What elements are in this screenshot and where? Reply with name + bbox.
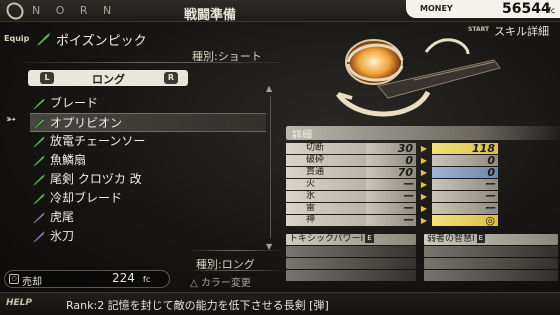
stat-new-value: 0 [432,155,498,166]
weapon-preview-image [335,38,501,117]
compare-arrow-icon: ▶ [420,168,428,177]
money-value: 56544 [502,1,551,17]
money-unit: fc [548,6,556,15]
weapon-list-item[interactable]: 氷刀 [30,227,266,246]
weapon-blade-icon [32,97,46,110]
equip-tag: Equip [4,34,30,43]
skill-slot: 弱者の智慧Ⅰ E [424,234,558,245]
skill-badge: E [476,234,486,243]
divider [190,270,280,271]
skill-name: 弱者の智慧Ⅰ [427,234,475,244]
weapon-list-item-label: 魚鱗扇 [50,153,87,167]
weapon-list-item-label: 尾剣 クロヅカ 改 [50,172,142,186]
screen-title: 戦闘準備 [184,8,237,23]
skill-slot-empty [286,258,416,269]
sell-value: 224 [112,271,135,285]
scroll-up-icon[interactable]: ▲ [266,84,272,93]
skill-slot-empty [286,270,416,281]
stat-current-value: ー [366,191,416,202]
color-change-button[interactable]: △ カラー変更 [190,274,251,289]
sell-unit: fc [143,275,151,284]
tab-current-category[interactable]: ロング [92,71,125,87]
stat-label: 雷 [286,203,366,214]
weapon-blade-icon [32,173,46,186]
skill-slot: トキシックパワーⅠ E [286,234,416,245]
stat-current-value: ー [366,215,416,226]
weapon-list-item-label: 虎尾 [50,210,75,224]
skill-badge: E [365,234,374,243]
stat-new-value: ー [432,191,498,202]
help-label: HELP [6,298,33,308]
stat-label: 神 [286,215,366,226]
weapon-list-item[interactable]: 尾剣 クロヅカ 改 [30,170,266,189]
weapon-blade-icon [32,211,46,224]
skill-slot-content: トキシックパワーⅠ E [286,234,416,245]
weapon-list-item[interactable]: オプリビオン [30,113,266,132]
stat-current-value: 0 [366,155,416,166]
divider [190,250,280,251]
stat-new-value: ー [432,203,498,214]
stat-label: 貫通 [286,167,366,178]
weapon-description: Rank:2 記憶を封じて敵の能力を低下させる長剣 [弾] [66,299,329,312]
stat-current-value: 30 [366,143,416,154]
weapon-blade-icon [32,192,46,205]
weapon-list-item[interactable]: 冷却ブレード [30,189,266,208]
stat-current-value: ー [366,203,416,214]
equipped-weapon-name: ポイズンピック [56,34,147,49]
stat-new-value: 118 [432,143,498,154]
skill-slot-empty [424,270,558,281]
weapon-blade-icon [32,135,46,148]
skill-slot-empty [286,246,416,257]
weapon-blade-icon [32,117,46,130]
brand-label: N O R N [32,4,118,17]
weapon-list-item-label: 冷却ブレード [50,191,123,205]
weapon-list-item-label: オプリビオン [50,116,123,130]
stat-label: 破砕 [286,155,366,166]
stat-new-value: ◎ [432,215,498,226]
circle-button-icon: ○ [9,274,19,284]
sell-label[interactable]: 売却 [22,273,42,288]
money-label: MONEY [420,4,453,13]
detail-header [286,126,560,140]
compare-arrow-icon: ▶ [420,156,428,165]
weapon-blade-icon [32,230,46,243]
equipped-weapon-icon [36,32,51,46]
skill-slot-content: 弱者の智慧Ⅰ E [424,234,558,245]
stat-current-value: 70 [366,167,416,178]
stat-label: 火 [286,179,366,190]
weapon-list-item-label: 氷刀 [50,229,75,243]
compare-arrow-icon: ▶ [420,180,428,189]
stat-new-value: ー [432,179,498,190]
weapon-list-item-label: ブレード [50,96,99,110]
compare-arrow-icon: ▶ [420,216,428,225]
stat-current-value: ー [366,179,416,190]
weapon-list-item[interactable]: 虎尾 [30,208,266,227]
skill-slot-empty [424,258,558,269]
scrollbar[interactable] [270,96,271,238]
divider [20,62,280,63]
weapon-list-item[interactable]: 魚鱗扇 [30,151,266,170]
skill-name: トキシックパワーⅠ [289,234,364,244]
compare-arrow-icon: ▶ [420,144,428,153]
compare-arrow-icon: ▶ [420,204,428,213]
stat-label: 切断 [286,143,366,154]
detail-header-label: 詳細 [292,130,312,141]
weapon-blade-icon [32,154,46,167]
weapon-list-item[interactable]: 放電チェーンソー [30,132,266,151]
tab-next-button[interactable]: R [164,72,178,84]
stat-label: 氷 [286,191,366,202]
compare-arrow-icon: ▶ [420,192,428,201]
tab-prev-button[interactable]: L [40,72,54,84]
stat-new-value: 0 [432,167,498,178]
weapon-list-item-label: 放電チェーンソー [50,134,146,148]
weapon-list-item[interactable]: ブレード [30,94,266,113]
selection-cursor-icon: ➳ [6,112,17,126]
skill-slot-empty [424,246,558,257]
